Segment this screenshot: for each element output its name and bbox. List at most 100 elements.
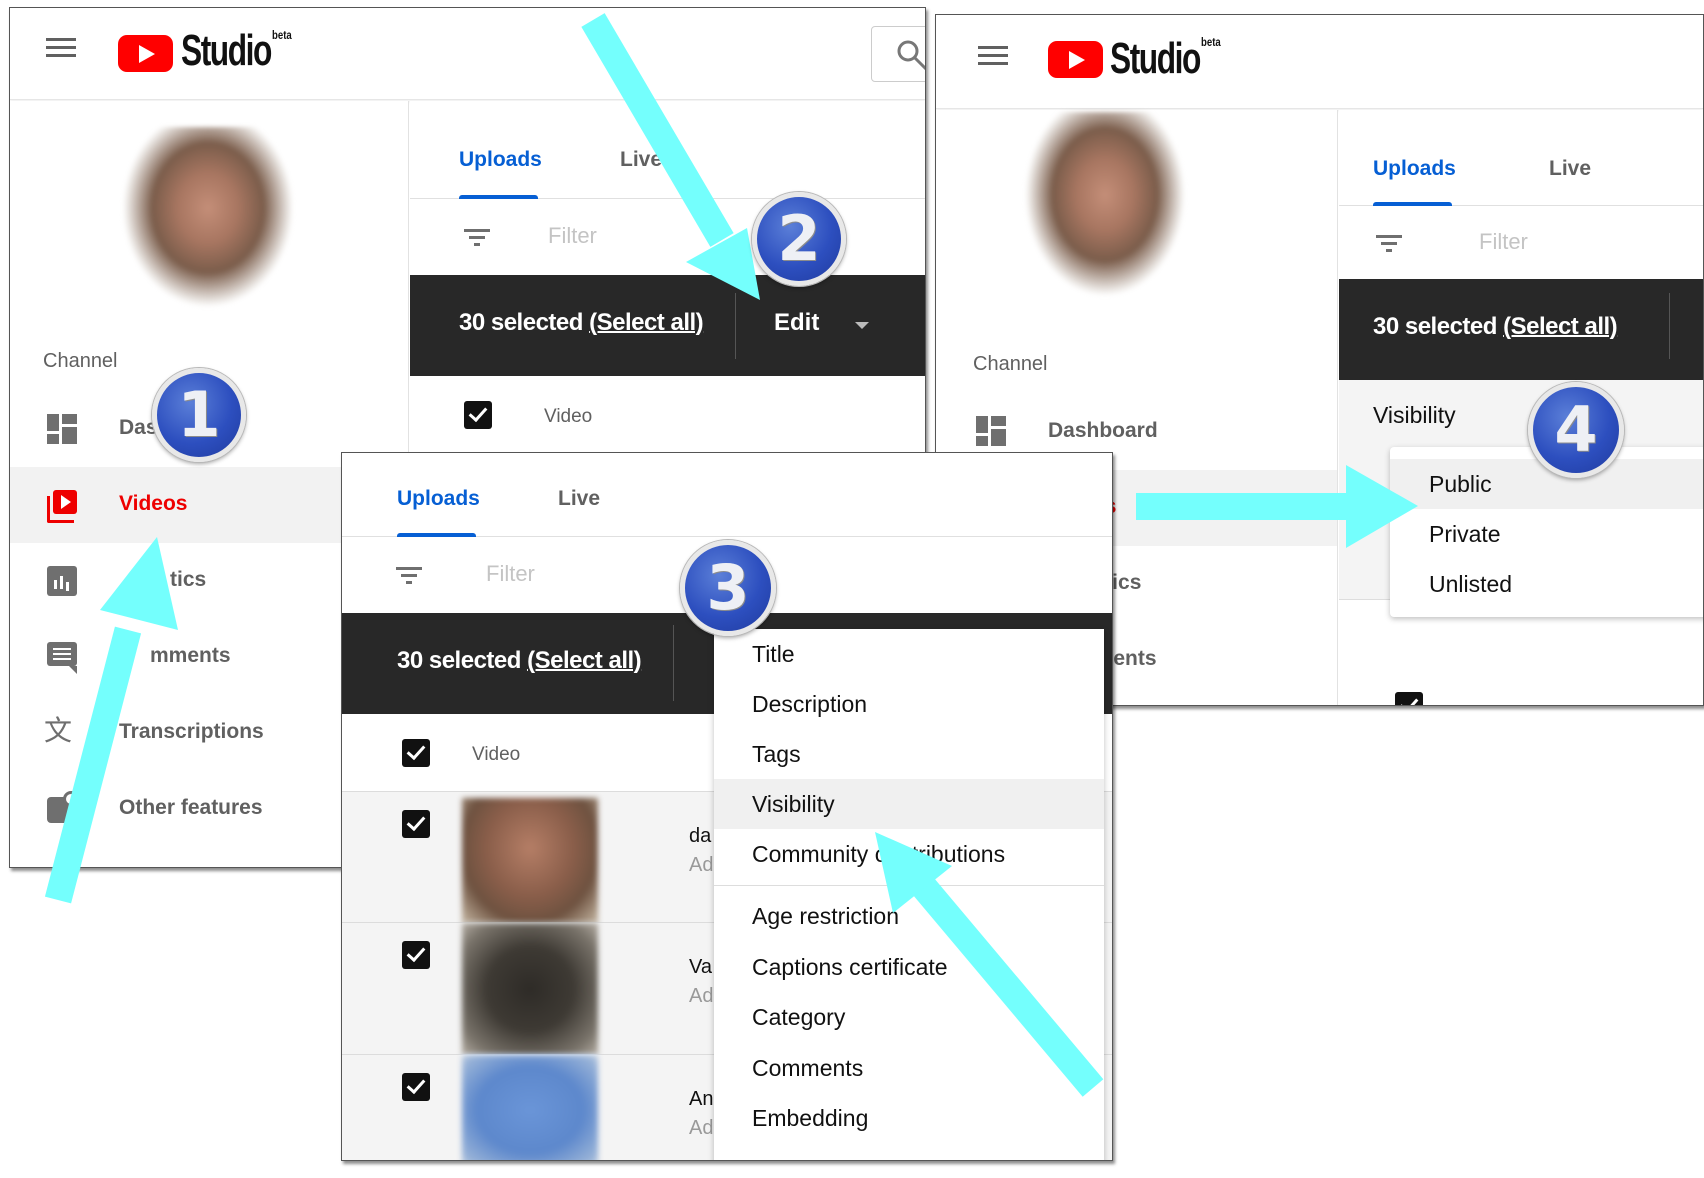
tab-live[interactable]: Live bbox=[558, 487, 600, 511]
selected-count-text: 30 selected bbox=[459, 309, 583, 336]
step-badge-1: 1 bbox=[152, 368, 246, 462]
menu-item-label: Embedding bbox=[752, 1105, 869, 1131]
sidebar-item-label: mments bbox=[150, 644, 231, 667]
sidebar-item-label: Other features bbox=[119, 796, 263, 819]
video-description: Ad bbox=[689, 985, 714, 1007]
tabs: Uploads Live bbox=[1339, 110, 1703, 206]
menu-item-label: Category bbox=[752, 1004, 846, 1030]
visibility-option-unlisted[interactable]: Unlisted bbox=[1390, 559, 1703, 609]
filter-input[interactable]: Filter bbox=[548, 223, 597, 249]
menu-item-label: Tags bbox=[752, 741, 801, 767]
filter-icon[interactable] bbox=[1376, 235, 1402, 252]
option-label: Unlisted bbox=[1429, 571, 1513, 597]
menu-item-captions-certificate[interactable]: Captions certificate bbox=[714, 942, 1104, 992]
brand-name: Studio bbox=[181, 26, 272, 75]
filter-icon[interactable] bbox=[464, 229, 490, 246]
menu-item-label: Title bbox=[752, 641, 795, 667]
search-input[interactable] bbox=[871, 26, 926, 82]
divider bbox=[1669, 293, 1670, 359]
sidebar-item-label: tics bbox=[170, 568, 207, 591]
channel-label: Channel bbox=[973, 353, 1048, 375]
step-badge-4: 4 bbox=[1528, 382, 1624, 478]
edit-button[interactable]: Edit bbox=[774, 309, 819, 337]
video-title[interactable]: Va bbox=[689, 956, 712, 979]
step-badge-3: 3 bbox=[680, 540, 776, 636]
dashboard-icon bbox=[976, 416, 1006, 446]
tab-uploads[interactable]: Uploads bbox=[397, 487, 480, 511]
row-checkbox[interactable] bbox=[1395, 692, 1423, 705]
visibility-option-private[interactable]: Private bbox=[1390, 509, 1703, 559]
comments-icon bbox=[47, 642, 77, 674]
youtube-logo-icon[interactable] bbox=[118, 35, 173, 72]
divider bbox=[673, 625, 674, 701]
visibility-label: Visibility bbox=[1373, 402, 1456, 428]
menu-item-description[interactable]: Description bbox=[714, 679, 1104, 729]
filter-input[interactable]: Filter bbox=[1479, 229, 1528, 255]
select-all-link[interactable]: (Select all) bbox=[527, 647, 642, 674]
filter-bar[interactable]: Filter bbox=[410, 199, 925, 275]
select-all-checkbox[interactable] bbox=[464, 401, 492, 429]
tab-uploads[interactable]: Uploads bbox=[459, 148, 542, 172]
option-label: Public bbox=[1429, 471, 1492, 497]
menu-item-tags[interactable]: Tags bbox=[714, 729, 1104, 779]
videos-icon bbox=[47, 490, 77, 523]
tab-live[interactable]: Live bbox=[1549, 157, 1591, 181]
menu-item-label: Visibility bbox=[752, 791, 835, 817]
sidebar-item-label: Dashboard bbox=[1048, 419, 1158, 442]
menu-item-comments[interactable]: Comments bbox=[714, 1043, 1104, 1093]
menu-icon[interactable] bbox=[978, 46, 1008, 66]
menu-item-community-contributions[interactable]: Community contributions bbox=[714, 829, 1104, 879]
video-thumbnail[interactable] bbox=[462, 798, 598, 923]
video-thumbnail[interactable] bbox=[462, 1055, 598, 1160]
select-all-link[interactable]: (Select all) bbox=[589, 309, 704, 336]
channel-avatar[interactable] bbox=[1016, 112, 1194, 296]
filter-icon[interactable] bbox=[396, 567, 422, 584]
chevron-down-icon[interactable] bbox=[855, 322, 869, 329]
menu-item-age-restriction[interactable]: Age restriction bbox=[714, 891, 1104, 941]
select-all-link[interactable]: (Select all) bbox=[1503, 313, 1618, 340]
selected-count: 30 selected (Select all) bbox=[1373, 313, 1618, 341]
menu-item-embedding[interactable]: Embedding bbox=[714, 1093, 1104, 1143]
divider bbox=[735, 293, 736, 359]
step-badge-2: 2 bbox=[752, 192, 846, 286]
edit-fields-menu[interactable]: Title Description Tags Visibility Commun… bbox=[714, 629, 1104, 1160]
search-icon[interactable] bbox=[896, 39, 926, 71]
column-header-video: Video bbox=[472, 744, 521, 765]
visibility-dropdown[interactable]: Public Private Unlisted bbox=[1390, 447, 1703, 617]
beta-label: beta bbox=[1201, 35, 1221, 49]
selected-count: 30 selected (Select all) bbox=[397, 647, 642, 675]
menu-item-category[interactable]: Category bbox=[714, 992, 1104, 1042]
selected-count-text: 30 selected bbox=[1373, 313, 1497, 340]
tabs: Uploads Live bbox=[342, 453, 1112, 537]
menu-divider bbox=[714, 885, 1104, 886]
sidebar-item-label: Transcriptions bbox=[119, 720, 264, 743]
top-bar: Studio beta bbox=[10, 8, 925, 100]
tabs: Uploads Live bbox=[410, 101, 925, 199]
filter-input[interactable]: Filter bbox=[486, 561, 535, 587]
row-checkbox[interactable] bbox=[402, 941, 430, 969]
row-checkbox[interactable] bbox=[402, 810, 430, 838]
video-thumbnail[interactable] bbox=[462, 923, 598, 1055]
select-all-checkbox[interactable] bbox=[402, 739, 430, 767]
video-title[interactable]: An bbox=[689, 1088, 713, 1111]
column-header-video: Video bbox=[544, 406, 593, 427]
filter-bar[interactable]: Filter bbox=[1339, 206, 1703, 279]
tab-live[interactable]: Live bbox=[620, 148, 662, 172]
video-title[interactable]: da bbox=[689, 825, 711, 848]
selection-bar: 30 selected (Select all) Edit bbox=[410, 275, 925, 376]
row-checkbox[interactable] bbox=[402, 1073, 430, 1101]
menu-item-label: Captions certificate bbox=[752, 954, 948, 980]
menu-item-visibility[interactable]: Visibility bbox=[714, 779, 1104, 829]
video-description: Ad bbox=[689, 854, 714, 876]
menu-item-title[interactable]: Title bbox=[714, 629, 1104, 679]
content-area: Uploads Live Filter 30 selected (Select … bbox=[1339, 110, 1703, 705]
selected-count-text: 30 selected bbox=[397, 647, 521, 674]
channel-avatar[interactable] bbox=[113, 127, 303, 307]
other-features-icon bbox=[47, 791, 79, 823]
channel-label: Channel bbox=[43, 350, 118, 372]
menu-icon[interactable] bbox=[46, 38, 76, 58]
tab-uploads[interactable]: Uploads bbox=[1373, 157, 1456, 181]
youtube-logo-icon[interactable] bbox=[1048, 41, 1103, 78]
analytics-icon bbox=[47, 566, 77, 596]
selected-count: 30 selected (Select all) bbox=[459, 309, 704, 337]
